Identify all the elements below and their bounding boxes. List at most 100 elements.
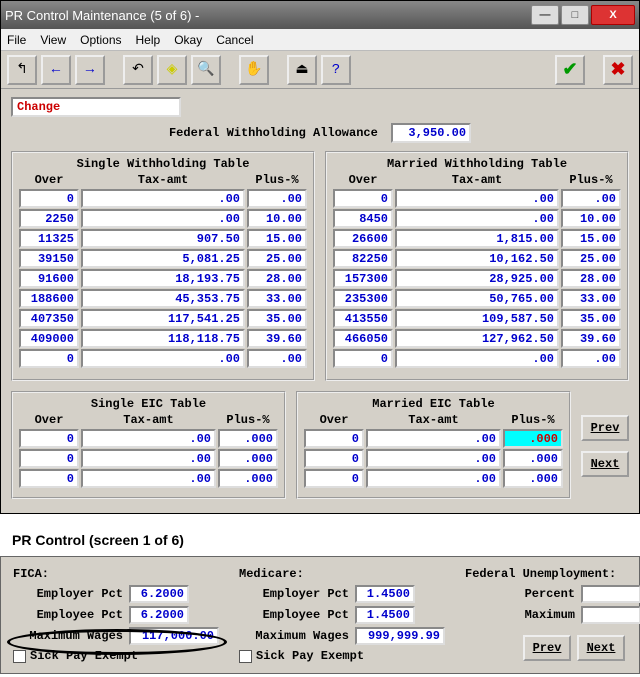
menu-okay[interactable]: Okay bbox=[174, 33, 202, 47]
cell[interactable]: 0 bbox=[304, 469, 364, 488]
cell[interactable]: 127,962.50 bbox=[395, 329, 559, 348]
cell[interactable]: .000 bbox=[218, 469, 278, 488]
cell[interactable]: 39.60 bbox=[561, 329, 621, 348]
cell[interactable]: .000 bbox=[503, 429, 563, 448]
cell[interactable]: 91600 bbox=[19, 269, 79, 288]
cell[interactable]: .00 bbox=[395, 349, 559, 368]
cell[interactable]: .00 bbox=[81, 429, 216, 448]
cell[interactable]: 2250 bbox=[19, 209, 79, 228]
cell[interactable]: 157300 bbox=[333, 269, 393, 288]
cell[interactable]: .000 bbox=[218, 449, 278, 468]
minimize-button[interactable]: — bbox=[531, 5, 559, 25]
prev2-button[interactable]: Prev bbox=[523, 635, 571, 661]
cell[interactable]: 15.00 bbox=[247, 229, 307, 248]
cell[interactable]: 33.00 bbox=[561, 289, 621, 308]
cell[interactable]: .000 bbox=[503, 469, 563, 488]
undo-icon[interactable]: ↶ bbox=[123, 55, 153, 85]
cell[interactable]: .000 bbox=[218, 429, 278, 448]
ok-icon[interactable]: ✔ bbox=[555, 55, 585, 85]
medicare-employer[interactable]: 1.4500 bbox=[355, 585, 415, 603]
fica-max-wages[interactable]: 117,000.00 bbox=[129, 627, 219, 645]
cell[interactable]: 26600 bbox=[333, 229, 393, 248]
cell[interactable]: .00 bbox=[81, 449, 216, 468]
cell[interactable]: .00 bbox=[81, 189, 245, 208]
forward-icon[interactable]: → bbox=[75, 55, 105, 85]
cell[interactable]: 50,765.00 bbox=[395, 289, 559, 308]
cell[interactable]: .00 bbox=[366, 469, 501, 488]
cell[interactable]: .00 bbox=[247, 189, 307, 208]
cell[interactable]: .00 bbox=[561, 349, 621, 368]
maximize-button[interactable]: □ bbox=[561, 5, 589, 25]
menu-cancel[interactable]: Cancel bbox=[216, 33, 253, 47]
cell[interactable]: .000 bbox=[503, 449, 563, 468]
cell[interactable]: 117,541.25 bbox=[81, 309, 245, 328]
cell[interactable]: 466050 bbox=[333, 329, 393, 348]
back-icon[interactable]: ← bbox=[41, 55, 71, 85]
cell[interactable]: 8450 bbox=[333, 209, 393, 228]
cell[interactable]: .00 bbox=[395, 209, 559, 228]
cell[interactable]: 907.50 bbox=[81, 229, 245, 248]
cell[interactable]: 25.00 bbox=[247, 249, 307, 268]
cancel-icon[interactable]: ✖ bbox=[603, 55, 633, 85]
cell[interactable]: 188600 bbox=[19, 289, 79, 308]
cell[interactable]: .00 bbox=[561, 189, 621, 208]
cell[interactable]: 0 bbox=[19, 429, 79, 448]
prev-button[interactable]: Prev bbox=[581, 415, 629, 441]
cell[interactable]: 35.00 bbox=[561, 309, 621, 328]
fica-sick-pay-checkbox[interactable]: Sick Pay Exempt bbox=[13, 649, 219, 663]
cell[interactable]: 35.00 bbox=[247, 309, 307, 328]
cell[interactable]: 1,815.00 bbox=[395, 229, 559, 248]
cell[interactable]: 413550 bbox=[333, 309, 393, 328]
cell[interactable]: 0 bbox=[304, 429, 364, 448]
cell[interactable]: 0 bbox=[19, 449, 79, 468]
cell[interactable]: .00 bbox=[81, 349, 245, 368]
find-icon[interactable]: 🔍 bbox=[191, 55, 221, 85]
next-button[interactable]: Next bbox=[581, 451, 629, 477]
cell[interactable]: 235300 bbox=[333, 289, 393, 308]
next2-button[interactable]: Next bbox=[577, 635, 625, 661]
cell[interactable]: 0 bbox=[19, 189, 79, 208]
menu-options[interactable]: Options bbox=[80, 33, 121, 47]
menu-file[interactable]: File bbox=[7, 33, 26, 47]
cell[interactable]: 10,162.50 bbox=[395, 249, 559, 268]
medicare-employee[interactable]: 1.4500 bbox=[355, 606, 415, 624]
menu-help[interactable]: Help bbox=[136, 33, 161, 47]
cell[interactable]: .00 bbox=[247, 349, 307, 368]
cell[interactable]: 409000 bbox=[19, 329, 79, 348]
cell[interactable]: 407350 bbox=[19, 309, 79, 328]
medicare-sick-pay-checkbox[interactable]: Sick Pay Exempt bbox=[239, 649, 445, 663]
cell[interactable]: .00 bbox=[395, 189, 559, 208]
cell[interactable]: 39.60 bbox=[247, 329, 307, 348]
fute-percent[interactable] bbox=[581, 585, 640, 603]
fica-employee[interactable]: 6.2000 bbox=[129, 606, 189, 624]
help-icon[interactable]: ? bbox=[321, 55, 351, 85]
cell[interactable]: .00 bbox=[81, 469, 216, 488]
cell[interactable]: 0 bbox=[333, 349, 393, 368]
cell[interactable]: .00 bbox=[81, 209, 245, 228]
cell[interactable]: 45,353.75 bbox=[81, 289, 245, 308]
fica-employer[interactable]: 6.2000 bbox=[129, 585, 189, 603]
cell[interactable]: 0 bbox=[304, 449, 364, 468]
cell[interactable]: .00 bbox=[366, 429, 501, 448]
cell[interactable]: 118,118.75 bbox=[81, 329, 245, 348]
cell[interactable]: 82250 bbox=[333, 249, 393, 268]
diamond-icon[interactable]: ◈ bbox=[157, 55, 187, 85]
cell[interactable]: 5,081.25 bbox=[81, 249, 245, 268]
cell[interactable]: 33.00 bbox=[247, 289, 307, 308]
cell[interactable]: 15.00 bbox=[561, 229, 621, 248]
cell[interactable]: 109,587.50 bbox=[395, 309, 559, 328]
menu-view[interactable]: View bbox=[40, 33, 66, 47]
cell[interactable]: 25.00 bbox=[561, 249, 621, 268]
exit-icon[interactable]: ↰ bbox=[7, 55, 37, 85]
cell[interactable]: 10.00 bbox=[247, 209, 307, 228]
cell[interactable]: 0 bbox=[19, 469, 79, 488]
eject-icon[interactable]: ⏏ bbox=[287, 55, 317, 85]
cell[interactable]: 18,193.75 bbox=[81, 269, 245, 288]
fute-maximum[interactable] bbox=[581, 606, 640, 624]
cell[interactable]: 28,925.00 bbox=[395, 269, 559, 288]
medicare-max-wages[interactable]: 999,999.99 bbox=[355, 627, 445, 645]
close-button[interactable]: X bbox=[591, 5, 635, 25]
cell[interactable]: 11325 bbox=[19, 229, 79, 248]
cell[interactable]: 28.00 bbox=[561, 269, 621, 288]
cell[interactable]: 39150 bbox=[19, 249, 79, 268]
